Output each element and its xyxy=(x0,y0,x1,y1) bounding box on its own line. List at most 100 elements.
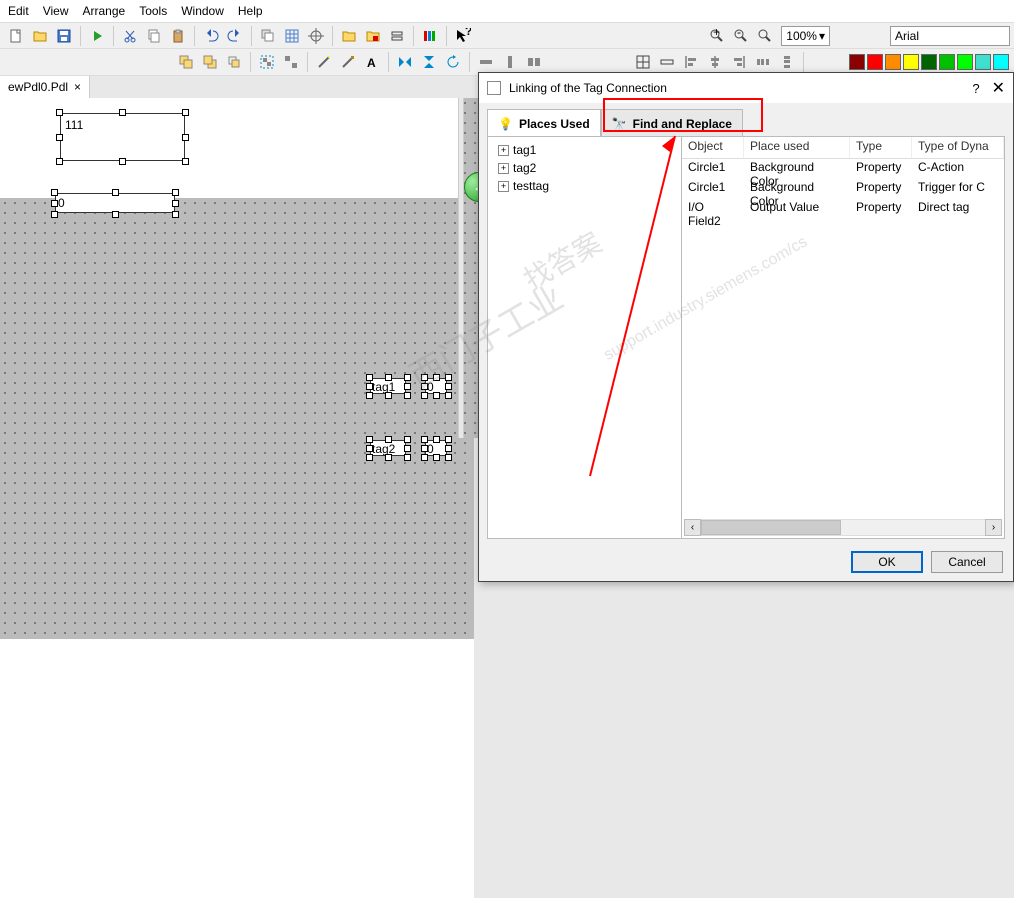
scroll-right-icon[interactable]: › xyxy=(985,519,1002,536)
font-combo[interactable]: Arial xyxy=(890,26,1010,46)
mirror-h-icon[interactable] xyxy=(394,51,416,73)
dialog-title-text: Linking of the Tag Connection xyxy=(509,81,667,95)
grid-toggle-icon[interactable] xyxy=(632,51,654,73)
new-icon[interactable] xyxy=(5,25,27,47)
scroll-thumb[interactable] xyxy=(701,520,841,535)
scroll-track[interactable] xyxy=(701,519,985,536)
menu-tools[interactable]: Tools xyxy=(139,4,167,18)
folder1-icon[interactable] xyxy=(338,25,360,47)
color-teal[interactable] xyxy=(975,54,991,70)
dist-v-icon[interactable] xyxy=(776,51,798,73)
list-row[interactable]: Circle1 Background Color Property C-Acti… xyxy=(682,159,1004,179)
menu-view[interactable]: View xyxy=(43,4,69,18)
menu-help[interactable]: Help xyxy=(238,4,263,18)
expand-icon[interactable]: + xyxy=(498,163,509,174)
cell-dyn: Direct tag xyxy=(912,199,1004,219)
pointer-help-icon[interactable]: ? xyxy=(452,25,474,47)
tab-find-label: Find and Replace xyxy=(633,117,732,131)
tree-item-tag1[interactable]: + tag1 xyxy=(492,141,677,159)
mirror-v-icon[interactable] xyxy=(418,51,440,73)
redo-icon[interactable] xyxy=(224,25,246,47)
list-row[interactable]: I/O Field2 Output Value Property Direct … xyxy=(682,199,1004,219)
binoculars-icon: 🔭 xyxy=(612,117,627,131)
undo-icon[interactable] xyxy=(200,25,222,47)
dialog-titlebar[interactable]: Linking of the Tag Connection ? ✕ xyxy=(479,73,1013,103)
copy-icon[interactable] xyxy=(143,25,165,47)
bring-front-icon[interactable] xyxy=(175,51,197,73)
help-icon[interactable]: ? xyxy=(972,81,979,96)
cell-place: Output Value xyxy=(744,199,850,219)
tag-tree: + tag1 + tag2 + testtag xyxy=(488,137,682,538)
layers-icon[interactable] xyxy=(257,25,279,47)
tab-find-replace[interactable]: 🔭 Find and Replace xyxy=(601,109,743,137)
align2-icon[interactable] xyxy=(499,51,521,73)
color-green[interactable] xyxy=(939,54,955,70)
ok-button[interactable]: OK xyxy=(851,551,923,573)
tab-places-used[interactable]: 💡 Places Used xyxy=(487,109,601,137)
col-object[interactable]: Object xyxy=(682,137,744,158)
menu-window[interactable]: Window xyxy=(181,4,224,18)
rotate-icon[interactable] xyxy=(442,51,464,73)
swap-layer-icon[interactable] xyxy=(223,51,245,73)
save-icon[interactable] xyxy=(53,25,75,47)
col-dyn[interactable]: Type of Dyna xyxy=(912,137,1004,158)
color-dark-red[interactable] xyxy=(849,54,865,70)
zoom-fit-icon[interactable] xyxy=(754,25,776,47)
menu-edit[interactable]: Edit xyxy=(8,4,29,18)
ungroup-icon[interactable] xyxy=(280,51,302,73)
io-field-1[interactable]: 111 xyxy=(60,113,185,161)
document-tab[interactable]: ewPdl0.Pdl × xyxy=(0,76,90,98)
wand-icon[interactable] xyxy=(313,51,335,73)
grid-icon[interactable] xyxy=(281,25,303,47)
cell-place: Background Color xyxy=(744,159,850,179)
menu-arrange[interactable]: Arrange xyxy=(82,4,125,18)
col-place[interactable]: Place used xyxy=(744,137,850,158)
panel-divider[interactable] xyxy=(458,98,464,438)
cell-dyn: C-Action xyxy=(912,159,1004,179)
dist-h-icon[interactable] xyxy=(752,51,774,73)
align-r-icon[interactable] xyxy=(728,51,750,73)
svg-text:A: A xyxy=(367,56,376,70)
close-icon[interactable]: × xyxy=(74,80,81,94)
io-field-2[interactable]: 0 xyxy=(55,193,175,213)
document-tab-label: ewPdl0.Pdl xyxy=(8,80,68,94)
group-icon[interactable] xyxy=(256,51,278,73)
color-yellow[interactable] xyxy=(903,54,919,70)
color-orange[interactable] xyxy=(885,54,901,70)
color-lime[interactable] xyxy=(957,54,973,70)
library-icon[interactable] xyxy=(419,25,441,47)
io-field-2-value: 0 xyxy=(58,196,65,210)
color-dark-green[interactable] xyxy=(921,54,937,70)
same-width-icon[interactable] xyxy=(386,25,408,47)
open-icon[interactable] xyxy=(29,25,51,47)
snap-icon[interactable] xyxy=(305,25,327,47)
col-type[interactable]: Type xyxy=(850,137,912,158)
align-c-icon[interactable] xyxy=(704,51,726,73)
ruler-icon[interactable] xyxy=(656,51,678,73)
send-back-icon[interactable] xyxy=(199,51,221,73)
color-cyan[interactable] xyxy=(993,54,1009,70)
zoom-in-icon[interactable]: + xyxy=(706,25,728,47)
text-tool-icon[interactable]: A xyxy=(361,51,383,73)
align1-icon[interactable] xyxy=(475,51,497,73)
brush-icon[interactable] xyxy=(337,51,359,73)
folder2-icon[interactable] xyxy=(362,25,384,47)
expand-icon[interactable]: + xyxy=(498,145,509,156)
dialog-footer: OK Cancel xyxy=(851,551,1003,573)
align3-icon[interactable] xyxy=(523,51,545,73)
zoom-combo[interactable]: 100% ▾ xyxy=(781,26,830,46)
expand-icon[interactable]: + xyxy=(498,181,509,192)
cancel-button[interactable]: Cancel xyxy=(931,551,1003,573)
tree-item-tag2[interactable]: + tag2 xyxy=(492,159,677,177)
align-l-icon[interactable] xyxy=(680,51,702,73)
horizontal-scrollbar[interactable]: ‹ › xyxy=(684,518,1002,536)
close-icon[interactable]: ✕ xyxy=(992,78,1005,98)
play-icon[interactable] xyxy=(86,25,108,47)
color-red[interactable] xyxy=(867,54,883,70)
scroll-left-icon[interactable]: ‹ xyxy=(684,519,701,536)
list-row[interactable]: Circle1 Background Color Property Trigge… xyxy=(682,179,1004,199)
zoom-out-icon[interactable]: - xyxy=(730,25,752,47)
cut-icon[interactable] xyxy=(119,25,141,47)
paste-icon[interactable] xyxy=(167,25,189,47)
tree-item-testtag[interactable]: + testtag xyxy=(492,177,677,195)
